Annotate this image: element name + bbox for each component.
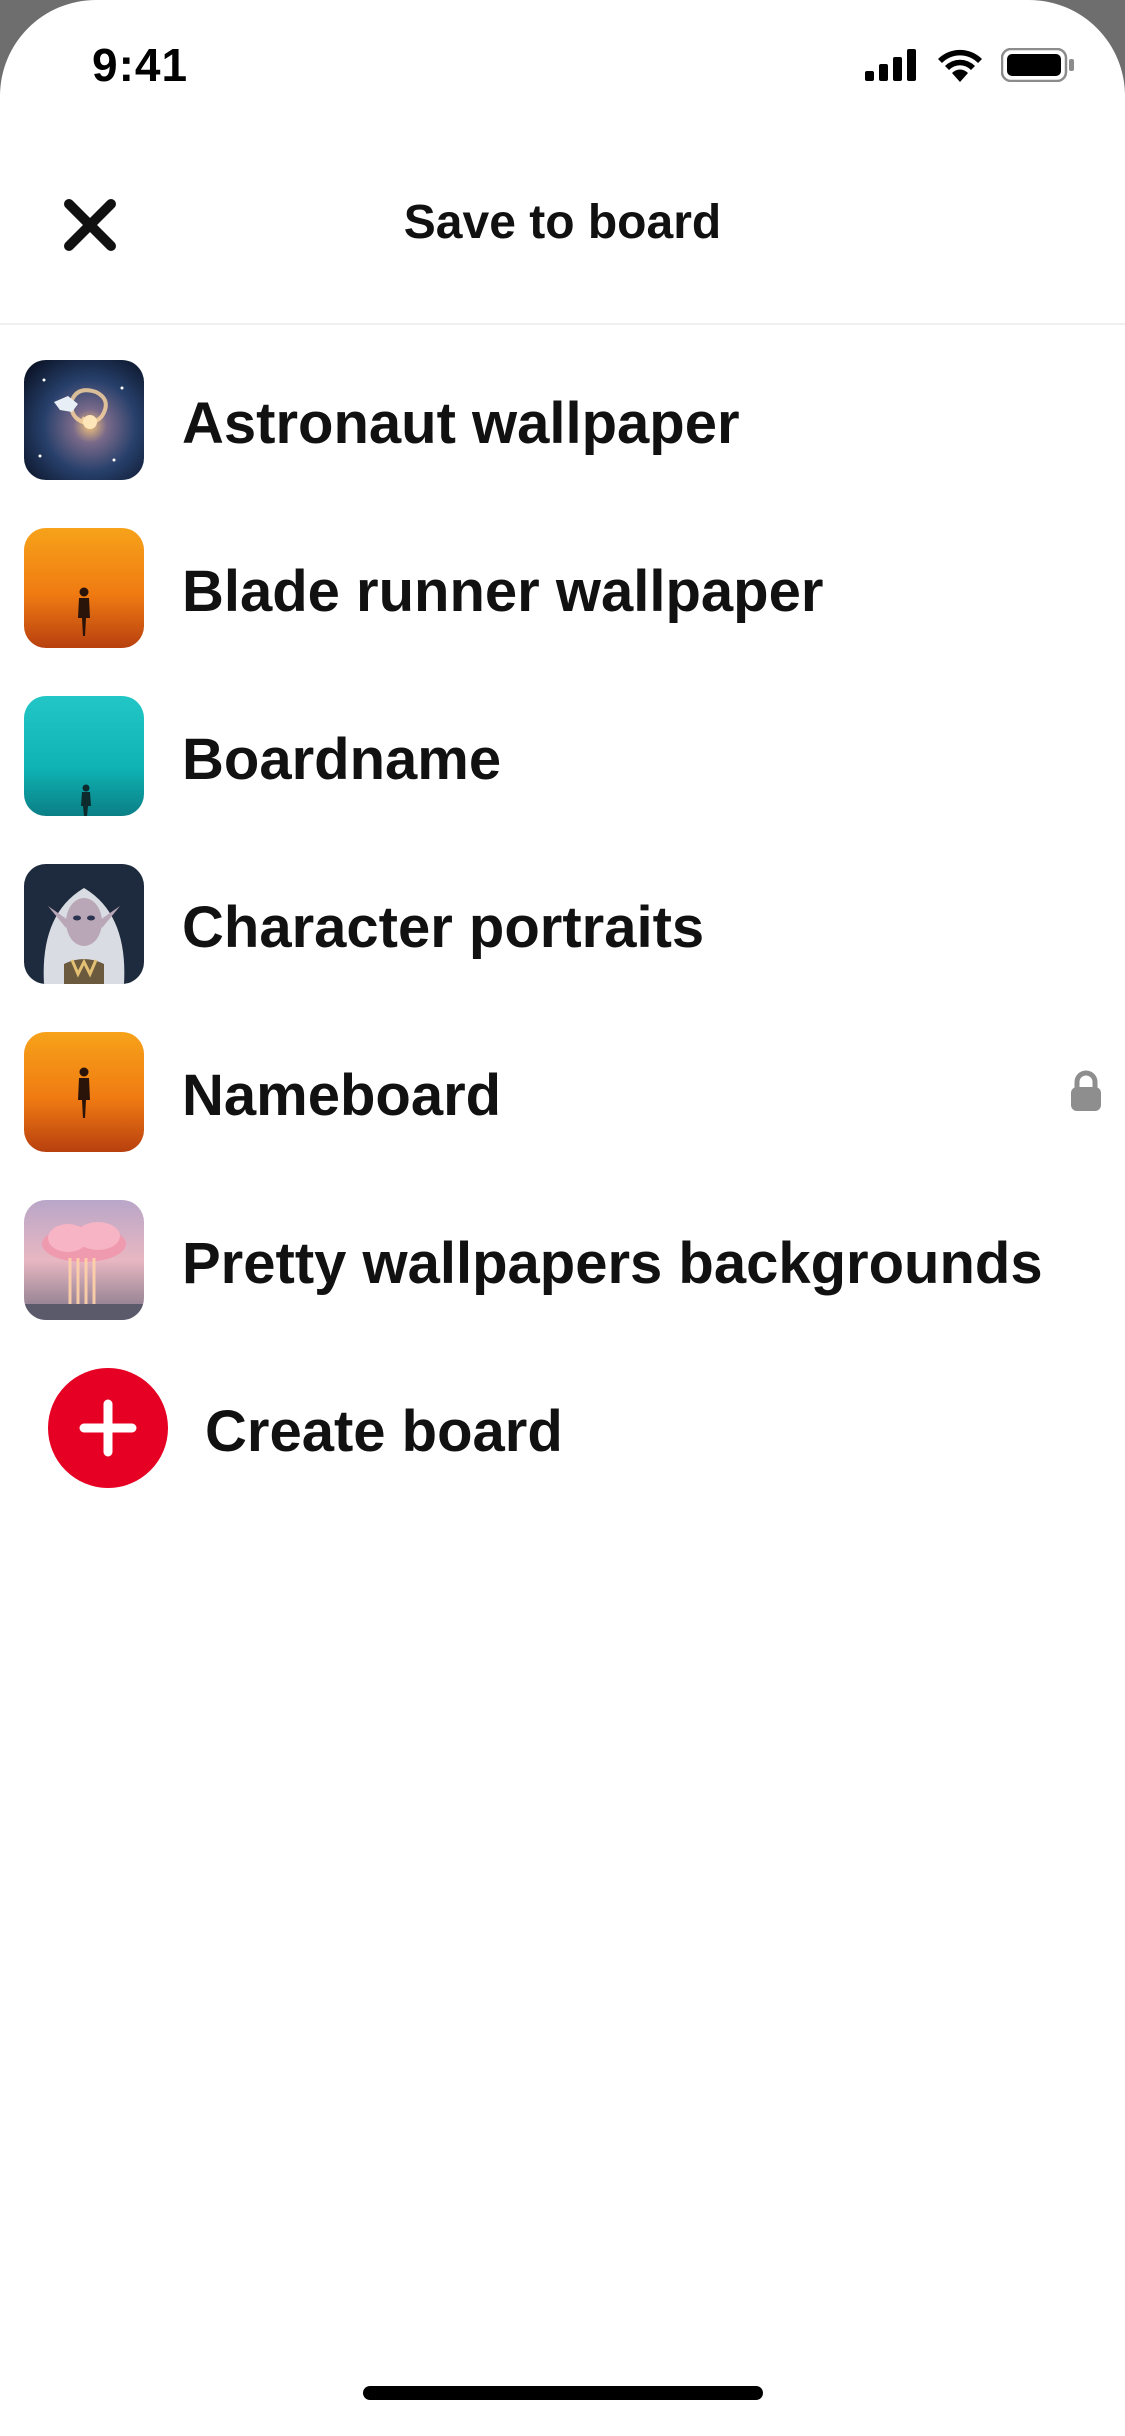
board-thumbnail [24, 1032, 144, 1152]
board-name: Boardname [182, 727, 502, 792]
galaxy-astronaut-thumbnail [24, 360, 144, 480]
header: Save to board [0, 135, 1125, 325]
elf-portrait-thumbnail [24, 864, 144, 984]
create-board-plus [48, 1368, 168, 1488]
board-row-character-portraits[interactable]: Character portraits [0, 864, 1125, 1032]
page-title: Save to board [403, 196, 722, 249]
home-indicator [363, 2386, 763, 2400]
board-list: Astronaut wallpaper Blade runner wallpap… [0, 360, 1125, 1528]
board-row-blade-runner-wallpaper[interactable]: Blade runner wallpaper [0, 528, 1125, 696]
create-board-label: Create board [205, 1399, 563, 1464]
teal-figure-thumbnail [24, 696, 144, 816]
orange-figure-thumbnail [24, 1032, 144, 1152]
board-thumbnail [24, 864, 144, 984]
battery-icon [1001, 48, 1074, 82]
pink-cloud-thumbnail [24, 1200, 144, 1320]
orange-figure-thumbnail [24, 528, 144, 648]
board-thumbnail [24, 696, 144, 816]
create-board-button[interactable]: Create board [0, 1368, 1125, 1528]
board-name: Pretty wallpapers backgrounds [182, 1231, 1043, 1296]
plus-icon [79, 1399, 137, 1457]
wifi-icon [938, 49, 982, 82]
board-thumbnail [24, 360, 144, 480]
board-name: Blade runner wallpaper [182, 559, 824, 624]
status-bar: 9:41 [0, 0, 1125, 135]
board-row-astronaut-wallpaper[interactable]: Astronaut wallpaper [0, 360, 1125, 528]
board-row-nameboard[interactable]: Nameboard [0, 1032, 1125, 1200]
board-row-pretty-wallpapers-backgrounds[interactable]: Pretty wallpapers backgrounds [0, 1200, 1125, 1368]
cellular-signal-icon [865, 49, 916, 81]
board-name: Character portraits [182, 895, 705, 960]
board-name: Nameboard [182, 1063, 502, 1128]
status-time: 9:41 [92, 39, 189, 91]
status-icons [865, 48, 1075, 82]
phone-screen: 9:41 Save to board Astronaut wallpaper B… [0, 0, 1125, 2436]
lock-icon [1071, 1070, 1101, 1111]
board-thumbnail [24, 528, 144, 648]
board-name: Astronaut wallpaper [182, 391, 740, 456]
board-thumbnail [24, 1200, 144, 1320]
board-row-boardname[interactable]: Boardname [0, 696, 1125, 864]
